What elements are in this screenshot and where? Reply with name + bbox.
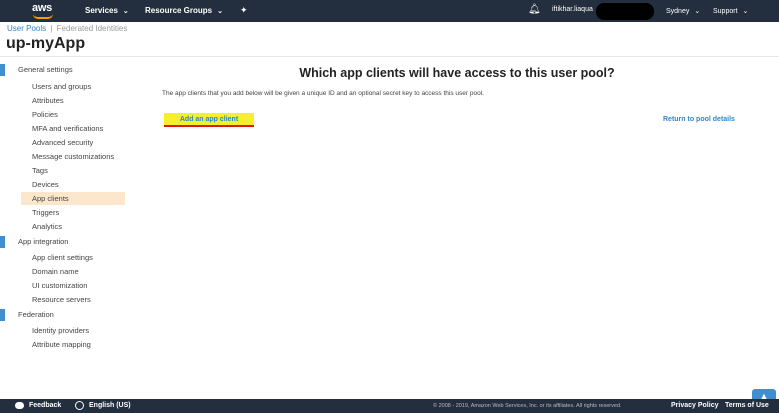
sidebar-section-label: App integration (18, 237, 69, 246)
services-menu[interactable]: Services ⌄ (85, 6, 129, 15)
section-marker (0, 64, 5, 76)
sidebar-item-app-clients[interactable]: App clients (21, 192, 125, 205)
sidebar-item-app-client-settings[interactable]: App client settings (32, 253, 93, 262)
sidebar-item-tags[interactable]: Tags (32, 166, 48, 175)
terms-of-use-link[interactable]: Terms of Use (725, 402, 769, 409)
globe-icon (75, 401, 84, 410)
copyright-text: © 2008 - 2019, Amazon Web Services, Inc.… (433, 403, 622, 409)
top-navigation-bar: aws Services ⌄ Resource Groups ⌄ ✦ 🔔︎ ifti… (0, 0, 779, 22)
sidebar-item-users-and-groups[interactable]: Users and groups (32, 82, 91, 91)
breadcrumb-federated-identities[interactable]: Federated Identities (57, 24, 128, 33)
sidebar-item-domain-name[interactable]: Domain name (32, 267, 79, 276)
sidebar-item-triggers[interactable]: Triggers (32, 208, 59, 217)
sidebar-item-policies[interactable]: Policies (32, 110, 58, 119)
breadcrumb: User Pools | Federated Identities (7, 24, 127, 33)
chevron-down-icon: ⌄ (694, 8, 701, 15)
add-app-client-button[interactable]: Add an app client (164, 113, 254, 127)
language-selector[interactable]: English (US) (89, 402, 131, 409)
aws-logo-text: aws (32, 2, 52, 14)
aws-logo[interactable]: aws (32, 2, 56, 20)
sidebar-item-advanced-security[interactable]: Advanced security (32, 138, 93, 147)
sidebar-item-analytics[interactable]: Analytics (32, 222, 62, 231)
page-title: up-myApp (6, 35, 86, 52)
feedback-icon (15, 402, 24, 409)
chevron-down-icon: ⌄ (742, 8, 749, 15)
sidebar-item-identity-providers[interactable]: Identity providers (32, 326, 89, 335)
sidebar-item-attribute-mapping[interactable]: Attribute mapping (32, 340, 91, 349)
footer: Feedback English (US) © 2008 - 2019, Ama… (0, 399, 779, 413)
breadcrumb-user-pools[interactable]: User Pools (7, 24, 46, 33)
privacy-policy-link[interactable]: Privacy Policy (671, 402, 718, 409)
main-description: The app clients that you add below will … (162, 90, 484, 97)
sidebar-section-federation[interactable]: Federation (0, 309, 140, 321)
aws-smile-icon (33, 14, 53, 19)
chevron-down-icon: ⌄ (217, 8, 224, 15)
feedback-link[interactable]: Feedback (29, 402, 61, 409)
chevron-down-icon: ⌄ (122, 8, 129, 15)
support-menu[interactable]: Support ⌄ (713, 7, 748, 15)
resource-groups-menu[interactable]: Resource Groups ⌄ (145, 6, 223, 15)
sidebar-section-app-integration[interactable]: App integration (0, 236, 140, 248)
header-divider (0, 56, 779, 57)
sidebar-section-label: General settings (18, 65, 73, 74)
sidebar-section-general-settings[interactable]: General settings (0, 64, 140, 76)
sidebar-item-devices[interactable]: Devices (32, 180, 59, 189)
return-to-pool-details-link[interactable]: Return to pool details (663, 116, 735, 123)
sidebar-item-ui-customization[interactable]: UI customization (32, 281, 87, 290)
main-heading: Which app clients will have access to th… (299, 66, 615, 80)
sidebar-item-message-customizations[interactable]: Message customizations (32, 152, 114, 161)
sidebar-item-attributes[interactable]: Attributes (32, 96, 64, 105)
region-menu[interactable]: Sydney ⌄ (666, 7, 700, 15)
support-label: Support (713, 8, 738, 15)
breadcrumb-separator: | (50, 24, 53, 33)
sidebar-section-label: Federation (18, 310, 54, 319)
section-marker (0, 236, 5, 248)
sidebar-item-mfa-and-verifications[interactable]: MFA and verifications (32, 124, 103, 133)
account-username[interactable]: iftikhar.liaqua (552, 6, 593, 13)
resource-groups-label: Resource Groups (145, 6, 213, 15)
region-label: Sydney (666, 8, 690, 15)
section-marker (0, 309, 5, 321)
sidebar-item-resource-servers[interactable]: Resource servers (32, 295, 91, 304)
bell-icon[interactable]: 🔔︎ (528, 4, 541, 15)
redacted-area (596, 3, 654, 20)
services-label: Services (85, 6, 118, 15)
pin-icon[interactable]: ✦ (240, 5, 248, 16)
